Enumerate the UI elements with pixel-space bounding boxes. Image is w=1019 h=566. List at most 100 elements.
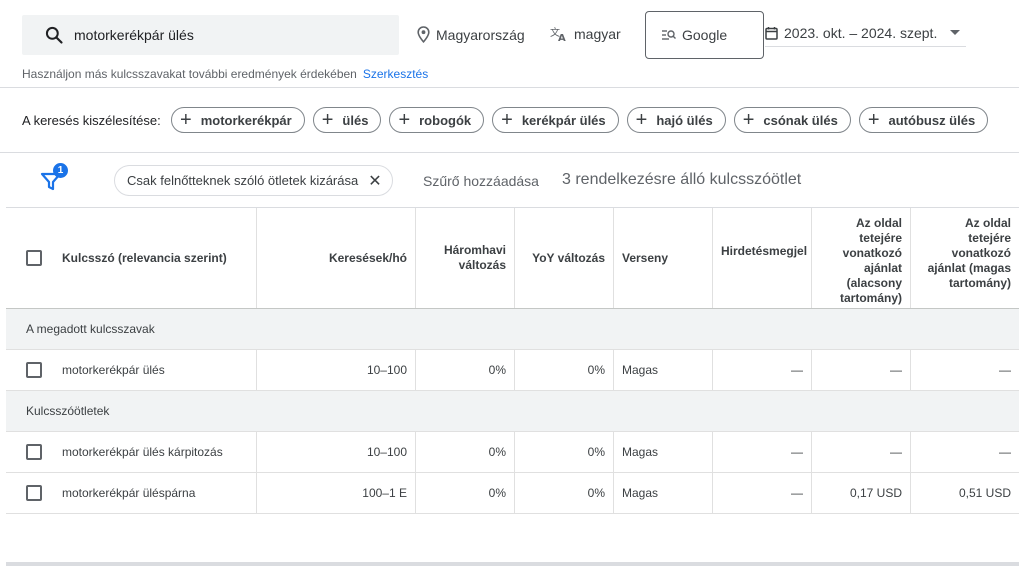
keyword-table: Kulcsszó (relevancia szerint) Keresések/…	[6, 207, 1019, 514]
keyword-cell: motorkerékpár ülés	[6, 350, 257, 390]
adult-ideas-filter-chip[interactable]: Csak felnőtteknek szóló ötletek kizárása…	[114, 165, 393, 196]
filter-count-badge: 1	[53, 163, 68, 178]
filter-row: 1 Csak felnőtteknek szóló ötletek kizárá…	[0, 153, 1019, 208]
broaden-chip[interactable]: + robogók	[389, 107, 485, 133]
broaden-search-row: A keresés kiszélesítése: + motorkerékpár …	[0, 88, 1019, 153]
search-icon	[45, 26, 63, 44]
header-top-bid-low[interactable]: Az oldal tetejére vonatkozó ajánlat (ala…	[812, 208, 911, 308]
broaden-chip[interactable]: + autóbusz ülés	[858, 107, 989, 133]
language-selector[interactable]: 文 A magyar	[550, 26, 621, 42]
date-range-label: 2023. okt. – 2024. szept.	[784, 25, 938, 41]
top-bid-high-cell: —	[999, 445, 1011, 459]
top-bid-high-cell: —	[999, 363, 1011, 377]
header-label: Keresések/hó	[328, 250, 407, 265]
chip-label: kerékpár ülés	[521, 112, 606, 128]
table-header-row: Kulcsszó (relevancia szerint) Keresések/…	[6, 207, 1019, 309]
top-bid-low-cell: 0,17 USD	[812, 473, 911, 513]
select-all-checkbox[interactable]	[26, 250, 42, 266]
top-bid-low-cell: —	[812, 432, 911, 472]
top-bid-high-cell: 0,51 USD	[958, 486, 1011, 500]
row-checkbox[interactable]	[26, 444, 42, 460]
competition-cell: Magas	[614, 473, 713, 513]
header-label: Kulcsszó (relevancia szerint)	[62, 250, 227, 265]
keyword-cell: motorkerékpár ülés kárpitozás	[6, 432, 257, 472]
plus-icon: +	[501, 109, 513, 131]
group-label: Kulcsszóötletek	[26, 404, 110, 418]
broaden-chip[interactable]: + hajó ülés	[626, 107, 726, 133]
header-label: Háromhavi változás	[443, 243, 506, 272]
result-count: 3 rendelkezésre álló kulcsszóötlet	[562, 171, 802, 188]
divider	[6, 562, 1019, 566]
chip-label: csónak ülés	[763, 112, 838, 128]
chip-label: ülés	[342, 112, 369, 128]
network-label: Google	[682, 27, 728, 43]
header-label: YoY változás	[532, 250, 605, 265]
search-query: motorkerékpár ülés	[74, 27, 194, 43]
ad-impression-cell: —	[713, 432, 812, 472]
chip-label: robogók	[419, 112, 472, 128]
network-search-icon	[662, 30, 676, 40]
plus-icon: +	[180, 109, 192, 131]
header-searches[interactable]: Keresések/hó	[257, 208, 416, 308]
keyword-text: motorkerékpár ülés kárpitozás	[62, 445, 223, 459]
plus-icon: +	[742, 109, 755, 131]
row-checkbox[interactable]	[26, 485, 42, 501]
plus-icon: +	[398, 109, 411, 131]
header-three-month[interactable]: Háromhavi változás	[416, 208, 515, 308]
calendar-icon	[765, 27, 778, 40]
keyword-text: motorkerékpár ülés	[62, 363, 165, 377]
network-selector[interactable]: Google	[645, 11, 764, 59]
chip-label: hajó ülés	[656, 112, 713, 128]
group-row: Kulcsszóötletek	[6, 391, 1019, 432]
header-label: Hirdetésmegjel	[721, 244, 808, 258]
three-month-cell: 0%	[416, 473, 515, 513]
group-row: A megadott kulcsszavak	[6, 309, 1019, 350]
filter-chip-label: Csak felnőtteknek szóló ötletek kizárása	[127, 173, 359, 188]
broaden-chip[interactable]: + kerékpár ülés	[492, 107, 619, 133]
translate-icon: 文 A	[550, 26, 566, 42]
edit-link[interactable]: Szerkesztés	[363, 67, 428, 81]
top-bid-low-cell: —	[812, 350, 911, 390]
chip-label: motorkerékpár	[200, 112, 292, 128]
searches-cell: 10–100	[257, 350, 416, 390]
competition-cell: Magas	[614, 432, 713, 472]
location-pin-icon	[417, 26, 430, 43]
searches-cell: 100–1 E	[257, 473, 416, 513]
table-row[interactable]: motorkerékpár üléspárna 100–1 E 0% 0% Ma…	[6, 473, 1019, 514]
table-row[interactable]: motorkerékpár ülés kárpitozás 10–100 0% …	[6, 432, 1019, 473]
group-label: A megadott kulcsszavak	[26, 322, 155, 336]
broaden-chip[interactable]: + csónak ülés	[733, 107, 851, 133]
ad-impression-cell: —	[713, 350, 812, 390]
top-bar: motorkerékpár ülés Magyarország 文 A magy…	[0, 0, 1019, 88]
table-row[interactable]: motorkerékpár ülés 10–100 0% 0% Magas — …	[6, 350, 1019, 391]
row-checkbox[interactable]	[26, 362, 42, 378]
broaden-chip[interactable]: + motorkerékpár	[171, 107, 305, 133]
header-yoy[interactable]: YoY változás	[515, 208, 614, 308]
chevron-down-icon	[950, 30, 960, 35]
competition-cell: Magas	[614, 350, 713, 390]
date-range-selector[interactable]: 2023. okt. – 2024. szept.	[765, 20, 966, 47]
header-keyword[interactable]: Kulcsszó (relevancia szerint)	[6, 208, 257, 308]
header-top-bid-high[interactable]: Az oldal tetejére vonatkozó ajánlat (mag…	[911, 208, 1019, 308]
keyword-cell: motorkerékpár üléspárna	[6, 473, 257, 513]
broaden-chips: + motorkerékpár + ülés + robogók + kerékpár …	[171, 107, 996, 133]
search-input[interactable]: motorkerékpár ülés	[22, 15, 399, 55]
close-icon[interactable]: ✕	[368, 171, 381, 191]
keyword-text: motorkerékpár üléspárna	[62, 486, 196, 500]
chip-label: autóbusz ülés	[888, 112, 976, 128]
header-competition[interactable]: Verseny	[614, 208, 713, 308]
svg-text:A: A	[558, 33, 566, 42]
yoy-cell: 0%	[515, 350, 614, 390]
three-month-cell: 0%	[416, 350, 515, 390]
searches-cell: 10–100	[257, 432, 416, 472]
header-label: Az oldal tetejére vonatkozó ajánlat (mag…	[927, 216, 1011, 290]
plus-icon: +	[867, 109, 880, 131]
ad-impression-cell: —	[713, 473, 812, 513]
broaden-chip[interactable]: + ülés	[312, 107, 382, 133]
location-selector[interactable]: Magyarország	[417, 26, 525, 43]
header-label: Az oldal tetejére vonatkozó ajánlat (ala…	[839, 216, 902, 305]
three-month-cell: 0%	[416, 432, 515, 472]
header-ad-impression[interactable]: Hirdetésmegjel	[713, 208, 812, 308]
plus-icon: +	[635, 109, 648, 131]
add-filter-button[interactable]: Szűrő hozzáadása	[423, 173, 539, 189]
